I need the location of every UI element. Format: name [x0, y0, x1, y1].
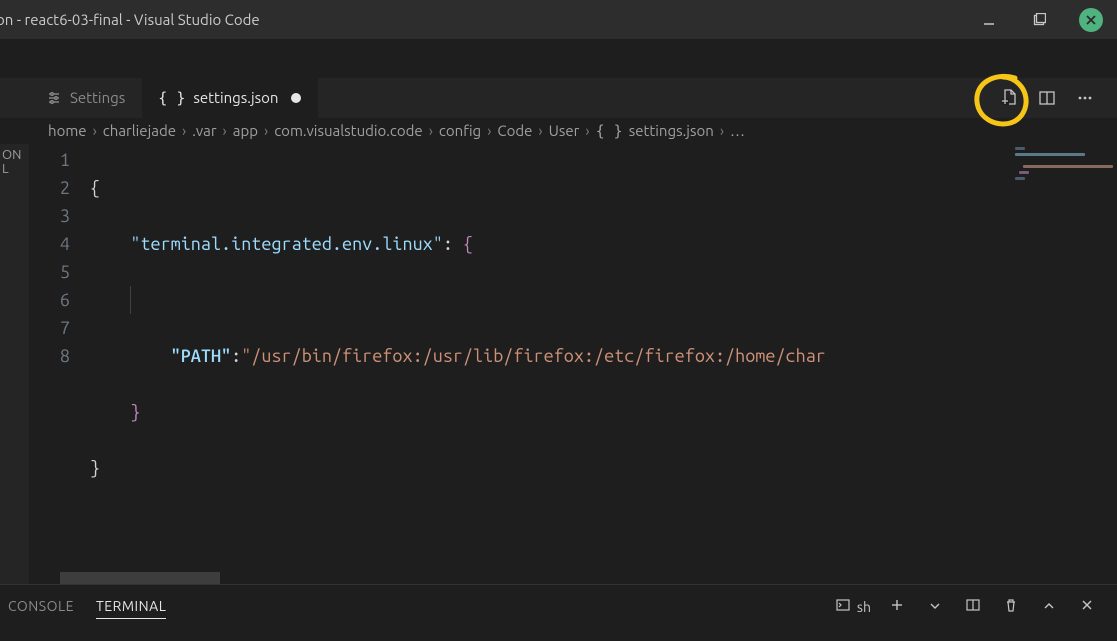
split-terminal-button[interactable] — [961, 595, 985, 619]
breadcrumb-item[interactable]: app — [233, 122, 258, 139]
split-panel-icon — [965, 597, 981, 616]
tab-settings-json[interactable]: { } settings.json — [142, 78, 317, 117]
code-token: : — [443, 234, 463, 254]
chevron-right-icon: › — [720, 122, 724, 139]
tab-gutter-spacer — [0, 78, 30, 117]
shell-name: sh — [857, 599, 871, 615]
chevron-right-icon: › — [538, 122, 542, 139]
line-number: 4 — [30, 230, 70, 258]
breadcrumb-item[interactable]: User — [549, 122, 580, 139]
line-number-gutter: 1 2 3 4 5 6 7 8 — [30, 144, 90, 585]
maximize-button[interactable] — [1029, 10, 1049, 30]
line-number: 5 — [30, 258, 70, 286]
plus-icon — [889, 597, 905, 616]
panel-tab-console[interactable]: CONSOLE — [8, 594, 74, 619]
split-editor-icon[interactable] — [1035, 86, 1059, 110]
close-panel-button[interactable] — [1075, 595, 1099, 619]
chevron-right-icon: › — [182, 122, 186, 139]
menu-bar-area — [0, 39, 1117, 78]
breadcrumb-item[interactable]: home — [48, 122, 87, 139]
terminal-body-stub[interactable] — [0, 628, 1117, 641]
kill-terminal-button[interactable] — [999, 595, 1023, 619]
panel-tab-terminal[interactable]: TERMINAL — [96, 594, 166, 619]
chevron-up-icon — [1043, 599, 1055, 615]
more-icon[interactable] — [1073, 86, 1097, 110]
breadcrumb-item[interactable]: com.visualstudio.code — [274, 122, 422, 139]
bottom-panel: CONSOLE TERMINAL sh — [0, 584, 1117, 628]
braces-icon: { } — [596, 122, 623, 140]
tab-label: Settings — [70, 89, 125, 106]
code-content[interactable]: { "terminal.integrated.env.linux": { "PA… — [90, 144, 1007, 585]
code-token: } — [90, 458, 100, 478]
editor-tabs: Settings { } settings.json — [0, 78, 1117, 117]
window-title: on - react6-03-final - Visual Studio Cod… — [0, 11, 260, 28]
trash-icon — [1003, 597, 1019, 616]
code-token: { — [90, 178, 100, 198]
close-icon — [1080, 598, 1094, 615]
horizontal-scrollbar[interactable] — [60, 572, 220, 584]
minimap[interactable] — [1007, 144, 1117, 585]
chevron-right-icon: › — [93, 122, 97, 139]
minimize-button[interactable] — [979, 10, 999, 30]
terminal-shell-selector[interactable]: sh — [835, 597, 871, 616]
breadcrumb-item[interactable]: .var — [192, 122, 216, 139]
breadcrumb-more[interactable]: … — [730, 122, 745, 139]
side-panel-stub: ON L — [0, 144, 30, 585]
new-terminal-button[interactable] — [885, 595, 909, 619]
breadcrumb-item[interactable]: config — [439, 122, 481, 139]
line-number: 6 — [30, 286, 70, 314]
chevron-right-icon: › — [264, 122, 268, 139]
window-controls — [979, 8, 1103, 32]
code-token: } — [130, 402, 140, 422]
code-token: "/usr/bin/firefox:/usr/lib/firefox:/etc/… — [241, 346, 826, 366]
panel-tabs: CONSOLE TERMINAL — [0, 594, 166, 619]
line-number: 8 — [30, 342, 70, 370]
line-number: 7 — [30, 314, 70, 342]
chevron-down-icon — [929, 599, 941, 615]
chevron-right-icon: › — [223, 122, 227, 139]
chevron-right-icon: › — [429, 122, 433, 139]
breadcrumb-item[interactable]: charliejade — [103, 122, 176, 139]
terminal-box-icon — [835, 597, 851, 616]
code-token: "PATH" — [171, 346, 231, 366]
chevron-right-icon: › — [585, 122, 589, 139]
new-file-icon[interactable] — [997, 86, 1021, 110]
line-number: 3 — [30, 202, 70, 230]
code-token: { — [463, 234, 473, 254]
line-number: 1 — [30, 146, 70, 174]
tab-actions — [997, 78, 1117, 117]
chevron-right-icon: › — [487, 122, 491, 139]
code-editor[interactable]: 1 2 3 4 5 6 7 8 { "terminal.integrated.e… — [30, 144, 1117, 585]
tab-label: settings.json — [193, 89, 278, 106]
maximize-panel-button[interactable] — [1037, 595, 1061, 619]
code-token: : — [231, 346, 241, 366]
title-bar: on - react6-03-final - Visual Studio Cod… — [0, 0, 1117, 39]
code-token: "terminal.integrated.env.linux" — [130, 234, 442, 254]
settings-list-icon — [46, 90, 62, 106]
close-window-button[interactable] — [1079, 8, 1103, 32]
breadcrumb-file[interactable]: settings.json — [629, 122, 714, 139]
terminal-dropdown[interactable] — [923, 595, 947, 619]
editor-area: ON L 1 2 3 4 5 6 7 8 { "terminal.integra… — [0, 144, 1117, 585]
panel-actions: sh — [835, 595, 1117, 619]
breadcrumb-item[interactable]: Code — [497, 122, 532, 139]
line-number: 2 — [30, 174, 70, 202]
tab-settings[interactable]: Settings — [30, 78, 142, 117]
braces-icon: { } — [158, 89, 185, 107]
dirty-indicator-icon — [291, 93, 301, 103]
breadcrumb[interactable]: home › charliejade › .var › app › com.vi… — [0, 118, 1117, 144]
